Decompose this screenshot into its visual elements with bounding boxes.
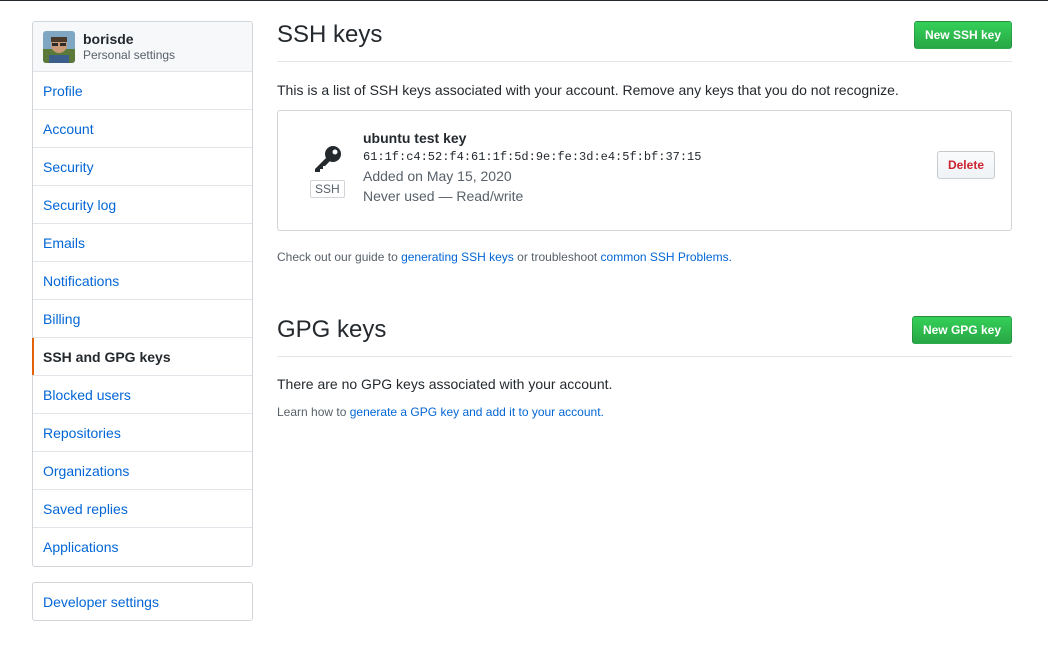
new-gpg-key-button[interactable]: New GPG key xyxy=(911,316,1012,344)
key-fingerprint: 61:1f:c4:52:f4:61:1f:5d:9e:fe:3d:e4:5f:b… xyxy=(363,150,702,164)
sidebar-item-ssh-gpg-keys[interactable]: SSH and GPG keys xyxy=(32,338,252,376)
settings-sidebar: borisde Personal settings Profile Accoun… xyxy=(32,21,253,621)
sidebar-item-emails[interactable]: Emails xyxy=(33,224,252,262)
username[interactable]: borisde xyxy=(83,31,175,47)
sidebar-item-blocked-users[interactable]: Blocked users xyxy=(33,376,252,414)
ssh-keys-heading: SSH keys xyxy=(277,21,383,48)
developer-menu: Developer settings xyxy=(32,582,253,621)
generating-ssh-keys-link[interactable]: generating SSH keys xyxy=(401,250,514,264)
sidebar-item-profile[interactable]: Profile xyxy=(33,72,252,110)
ssh-key-item: SSH ubuntu test key 61:1f:c4:52:f4:61:1f… xyxy=(277,110,1012,231)
ssh-note-middle-text: or troubleshoot xyxy=(513,250,601,264)
gpg-guide-note: Learn how to generate a GPG key and add … xyxy=(277,405,1012,419)
sidebar-item-saved-replies[interactable]: Saved replies xyxy=(33,490,252,528)
delete-key-button[interactable]: Delete xyxy=(936,151,995,179)
settings-menu: borisde Personal settings Profile Accoun… xyxy=(32,21,253,567)
sidebar-item-organizations[interactable]: Organizations xyxy=(33,452,252,490)
sidebar-item-applications[interactable]: Applications xyxy=(33,528,252,566)
ssh-keys-section: SSH keys New SSH key This is a list of S… xyxy=(277,21,1012,264)
sidebar-item-notifications[interactable]: Notifications xyxy=(33,262,252,300)
ssh-subhead: SSH keys New SSH key xyxy=(277,21,1012,62)
ssh-type-badge: SSH xyxy=(310,180,345,198)
personal-settings-label: Personal settings xyxy=(83,47,176,62)
key-added-date: Added on May 15, 2020 xyxy=(363,168,512,184)
gpg-note-text: Learn how to xyxy=(277,405,350,419)
main-content: SSH keys New SSH key This is a list of S… xyxy=(277,21,1012,419)
gpg-description: There are no GPG keys associated with yo… xyxy=(277,376,613,392)
sidebar-item-account[interactable]: Account xyxy=(33,110,252,148)
ssh-note-text: Check out our guide to xyxy=(277,250,402,264)
sidebar-item-developer-settings[interactable]: Developer settings xyxy=(33,583,252,620)
key-name: ubuntu test key xyxy=(363,130,467,146)
sidebar-item-repositories[interactable]: Repositories xyxy=(33,414,252,452)
sidebar-item-billing[interactable]: Billing xyxy=(33,300,252,338)
gpg-keys-section: GPG keys New GPG key There are no GPG ke… xyxy=(277,316,1012,419)
gpg-keys-heading: GPG keys xyxy=(277,316,387,343)
key-icon xyxy=(310,145,346,176)
avatar[interactable] xyxy=(43,30,75,63)
new-ssh-key-button[interactable]: New SSH key xyxy=(913,21,1012,49)
key-usage: Never used — Read/write xyxy=(363,188,524,204)
generate-gpg-key-link[interactable]: generate a GPG key and add it to your ac… xyxy=(350,405,604,419)
ssh-description: This is a list of SSH keys associated wi… xyxy=(277,82,899,98)
ssh-guide-note: Check out our guide to generating SSH ke… xyxy=(277,250,1012,264)
gpg-subhead: GPG keys New GPG key xyxy=(277,316,1012,357)
sidebar-item-security[interactable]: Security xyxy=(33,148,252,186)
sidebar-item-security-log[interactable]: Security log xyxy=(33,186,252,224)
top-border xyxy=(0,0,1048,1)
common-ssh-problems-link[interactable]: common SSH Problems. xyxy=(601,250,732,264)
menu-header: borisde Personal settings xyxy=(33,22,252,72)
